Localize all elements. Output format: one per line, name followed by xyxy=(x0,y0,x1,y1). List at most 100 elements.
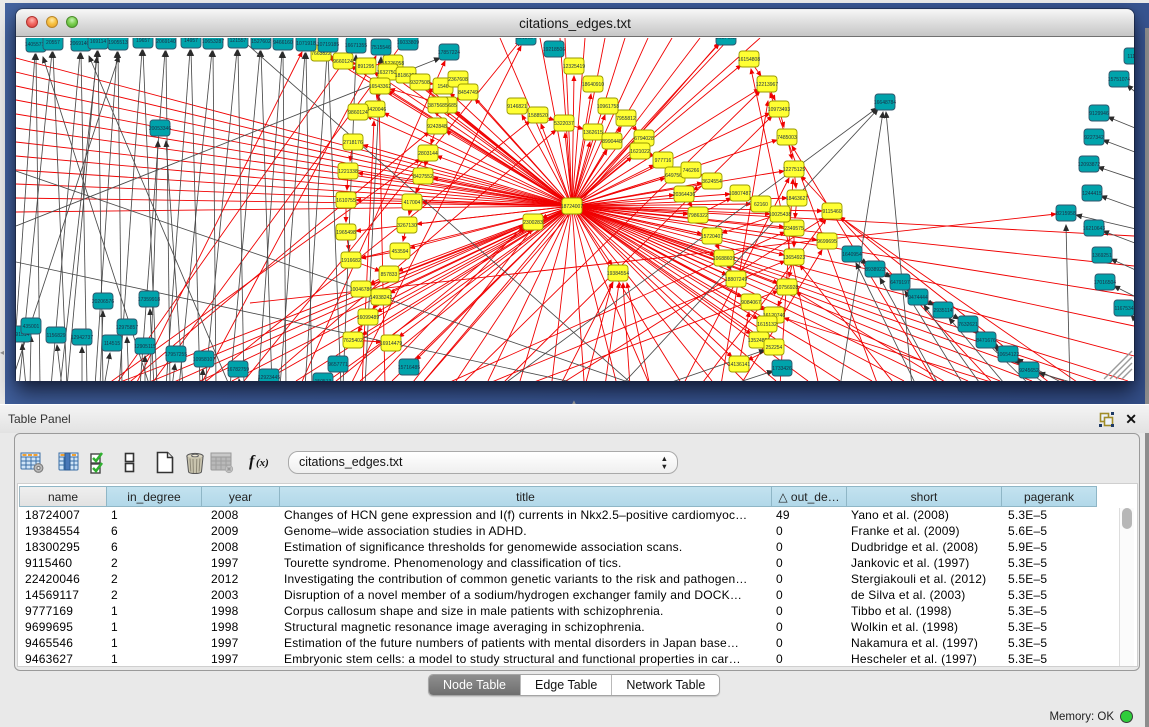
svg-text:8471676: 8471676 xyxy=(976,338,996,344)
svg-text:2803144: 2803144 xyxy=(418,151,438,157)
svg-text:1369251: 1369251 xyxy=(1092,253,1112,259)
svg-text:1167534: 1167534 xyxy=(1114,306,1133,312)
svg-text:12213967: 12213967 xyxy=(756,82,778,88)
svg-text:10653287: 10653287 xyxy=(202,39,224,45)
svg-text:16033809: 16033809 xyxy=(397,40,419,46)
svg-text:9245652: 9245652 xyxy=(1019,368,1039,374)
svg-text:1615132: 1615132 xyxy=(757,322,777,328)
svg-text:8427552: 8427552 xyxy=(413,174,433,180)
svg-text:891295: 891295 xyxy=(358,64,375,70)
svg-text:17016504: 17016504 xyxy=(1094,280,1116,286)
svg-text:(x): (x) xyxy=(256,457,269,469)
svg-text:12923445: 12923445 xyxy=(258,375,280,381)
svg-text:20206576: 20206576 xyxy=(92,299,114,305)
svg-text:9466160: 9466160 xyxy=(273,40,293,46)
svg-text:9699695: 9699695 xyxy=(817,239,837,245)
svg-text:10719185: 10719185 xyxy=(317,42,339,48)
svg-text:10756928: 10756928 xyxy=(776,285,798,291)
svg-text:10654122: 10654122 xyxy=(997,352,1019,358)
svg-text:16914479: 16914479 xyxy=(380,341,402,347)
svg-text:10958107: 10958107 xyxy=(193,357,215,363)
svg-text:2718176: 2718176 xyxy=(343,140,363,146)
svg-text:7485003: 7485003 xyxy=(777,135,797,141)
svg-text:6479197: 6479197 xyxy=(890,280,910,286)
svg-text:2349575: 2349575 xyxy=(784,226,804,232)
svg-text:9327508: 9327508 xyxy=(410,80,430,86)
svg-text:1588520: 1588520 xyxy=(528,113,548,119)
svg-text:9657771: 9657771 xyxy=(328,362,348,368)
svg-text:10688609: 10688609 xyxy=(713,256,735,262)
svg-text:1965498: 1965498 xyxy=(336,230,356,236)
svg-text:2367608: 2367608 xyxy=(448,77,468,83)
svg-text:114515: 114515 xyxy=(104,341,121,347)
svg-text:12325419: 12325419 xyxy=(563,64,585,70)
svg-text:18807249: 18807249 xyxy=(725,277,747,283)
svg-text:20557: 20557 xyxy=(46,40,60,46)
svg-text:7955812: 7955812 xyxy=(616,116,636,122)
svg-text:169114: 169114 xyxy=(90,39,107,45)
svg-text:10025438: 10025438 xyxy=(769,212,791,218)
svg-text:3875685: 3875685 xyxy=(428,103,448,109)
svg-text:9129946: 9129946 xyxy=(1089,111,1109,117)
svg-text:5322037: 5322037 xyxy=(554,121,574,127)
svg-text:8813054: 8813054 xyxy=(516,38,536,41)
svg-text:2935114: 2935114 xyxy=(933,308,952,314)
svg-text:3267130: 3267130 xyxy=(397,223,417,229)
svg-text:1244415: 1244415 xyxy=(1082,191,1102,197)
svg-text:20053346: 20053346 xyxy=(149,126,171,132)
svg-text:12942737: 12942737 xyxy=(71,335,93,341)
svg-text:1156829: 1156829 xyxy=(46,333,65,339)
svg-text:1621022: 1621022 xyxy=(630,149,650,155)
svg-text:10046786: 10046786 xyxy=(350,287,372,293)
svg-text:18463627: 18463627 xyxy=(786,196,808,202)
svg-text:977716: 977716 xyxy=(655,158,672,164)
svg-text:11175: 11175 xyxy=(1127,54,1134,60)
svg-text:12975857: 12975857 xyxy=(116,325,138,331)
svg-text:6794028: 6794028 xyxy=(634,136,654,142)
svg-text:1221338: 1221338 xyxy=(338,169,358,175)
svg-text:1362615: 1362615 xyxy=(583,130,603,136)
svg-text:7632621: 7632621 xyxy=(958,322,978,328)
svg-text:8990448: 8990448 xyxy=(602,139,622,145)
svg-text:15716485: 15716485 xyxy=(398,365,420,371)
svg-text:9084067: 9084067 xyxy=(741,300,761,306)
svg-text:12905115: 12905115 xyxy=(134,344,156,350)
svg-text:10807487: 10807487 xyxy=(729,191,751,197)
svg-text:19384554: 19384554 xyxy=(607,271,629,277)
svg-text:16154808: 16154808 xyxy=(738,57,760,63)
svg-text:62160: 62160 xyxy=(754,202,768,208)
svg-text:252254: 252254 xyxy=(766,345,783,351)
svg-text:14136141: 14136141 xyxy=(728,362,750,368)
svg-text:9474444: 9474444 xyxy=(908,295,928,301)
svg-text:10973493: 10973493 xyxy=(768,107,790,113)
svg-text:17359918: 17359918 xyxy=(138,297,160,303)
svg-text:121557: 121557 xyxy=(230,38,247,44)
svg-text:7986322: 7986322 xyxy=(688,213,708,219)
svg-text:15720407: 15720407 xyxy=(701,234,723,240)
svg-text:9242848: 9242848 xyxy=(427,124,447,130)
svg-text:20364436: 20364436 xyxy=(673,192,695,198)
svg-text:9660124: 9660124 xyxy=(333,59,353,65)
svg-text:1916682: 1916682 xyxy=(341,258,361,264)
svg-text:9115460: 9115460 xyxy=(822,209,841,215)
svg-text:1546: 1546 xyxy=(437,84,448,90)
svg-text:17857224: 17857224 xyxy=(438,50,460,56)
svg-text:9860124: 9860124 xyxy=(348,110,368,116)
svg-text:14957: 14957 xyxy=(184,38,198,44)
svg-text:1610755: 1610755 xyxy=(336,198,356,204)
svg-text:16648784: 16648784 xyxy=(874,100,896,106)
svg-text:1640954: 1640954 xyxy=(842,252,862,258)
svg-text:1071918: 1071918 xyxy=(296,41,316,47)
svg-text:18640910: 18640910 xyxy=(582,82,604,88)
svg-text:15751074: 15751074 xyxy=(1108,77,1130,83)
svg-text:9146821: 9146821 xyxy=(507,104,527,110)
svg-text:1733426: 1733426 xyxy=(772,366,792,372)
svg-text:14938242: 14938242 xyxy=(370,295,392,301)
svg-text:16543362: 16543362 xyxy=(369,84,391,90)
svg-text:7625402: 7625402 xyxy=(343,338,363,344)
svg-text:17957255: 17957255 xyxy=(165,352,187,358)
svg-text:12093872: 12093872 xyxy=(1078,162,1100,168)
svg-text:9227342: 9227342 xyxy=(1084,135,1104,141)
svg-text:417004: 417004 xyxy=(404,200,421,206)
svg-text:150513: 150513 xyxy=(315,379,332,381)
